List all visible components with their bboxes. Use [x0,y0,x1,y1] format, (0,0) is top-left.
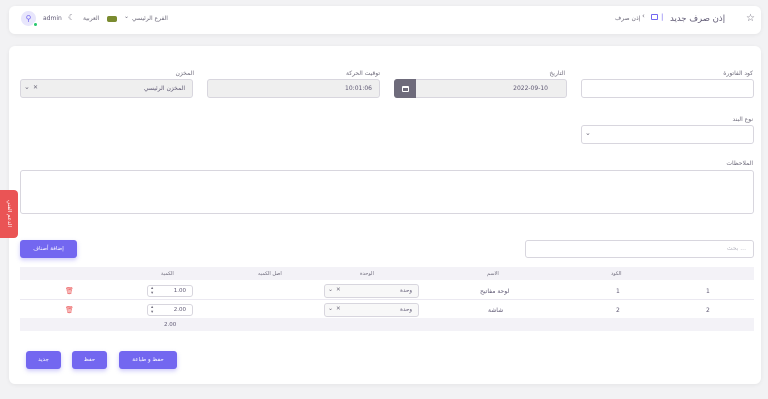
date-label: التاريخ [549,70,565,77]
quantity-stepper[interactable]: 2.00 ▴ ▾ [147,304,193,316]
quantity-value: 2.00 [173,307,186,313]
notes-label: الملاحظات [726,160,753,167]
clear-icon[interactable]: ✕ [336,287,341,293]
stepper-arrows-icon[interactable]: ▴ ▾ [151,286,153,296]
clear-icon[interactable]: ✕ [33,84,38,91]
invoice-code-input[interactable] [581,79,754,98]
unit-value: وحدة [400,288,412,294]
row-index: 2 [706,307,710,314]
time-value: 10:01:06 [345,85,372,92]
total-quantity: 2.00 [164,322,177,328]
quantity-value: 1.00 [173,288,186,294]
quantity-stepper[interactable]: 1.00 ▴ ▾ [147,285,193,297]
support-tab-label: الدعم الفني [6,200,12,228]
item-type-select[interactable]: ⌄ [581,125,754,144]
star-icon[interactable]: ☆ [746,13,755,24]
delete-icon[interactable]: 🗑 [65,287,74,295]
clear-icon[interactable]: ✕ [336,306,341,312]
row-code: 2 [616,307,620,314]
items-table [20,267,754,331]
breadcrumb-separator-icon: | [661,13,664,21]
th-name: الاسم [487,271,499,277]
row-code: 1 [616,288,620,295]
th-unit: الوحدة [360,271,374,277]
unit-select[interactable]: وحدة ⌄ ✕ [324,284,419,298]
online-status-dot [33,22,38,27]
breadcrumb-item[interactable]: إذن صرف [615,15,640,22]
table-header [20,267,754,280]
language-select[interactable]: العربية [83,15,99,22]
th-max-qty: اصل الكميه [258,271,282,277]
add-items-button[interactable]: إضافة أصناف [20,240,77,258]
search-placeholder: بحث ... [726,245,746,252]
row-divider [20,299,754,300]
time-label: توقيت الحركة [346,70,380,77]
moon-icon[interactable]: ☾ [68,13,75,22]
delete-icon[interactable]: 🗑 [65,306,74,314]
home-icon[interactable] [651,14,658,20]
unit-value: وحدة [400,307,412,313]
user-icon: ⚲ [25,14,32,23]
unit-select[interactable]: وحدة ⌄ ✕ [324,303,419,317]
top-navbar [9,6,761,34]
warehouse-value: المخزن الرئيسي [143,85,185,92]
flag-icon [107,16,117,22]
item-type-label: نوع البند [732,116,753,123]
row-name: شاشة [488,307,504,314]
th-code: الكود [611,271,622,277]
th-qty: الكمية [161,271,174,277]
chevron-down-icon: ⌄ [585,129,591,137]
chevron-down-icon: ⌄ [124,13,130,20]
save-print-button[interactable]: حفظ و طباعة [119,351,177,369]
row-name: لوحة مفاتيح [480,288,510,295]
chevron-down-icon[interactable]: ⌄ [328,305,333,312]
user-name[interactable]: admin [43,15,62,22]
invoice-code-label: كود الفاتورة [723,70,753,77]
support-tab[interactable]: الدعم الفني [0,190,18,238]
warehouse-select[interactable]: المخزن الرئيسي ⌄ ✕ [20,79,193,98]
calendar-icon [401,85,409,92]
page-title: إذن صرف جديد [670,14,726,24]
new-button[interactable]: جديد [26,351,61,369]
row-index: 1 [706,288,710,295]
save-button[interactable]: حفظ [72,351,107,369]
warehouse-label: المخزن [175,70,194,77]
notes-textarea[interactable] [20,170,754,214]
date-value: 2022-09-10 [513,85,548,92]
stepper-arrows-icon[interactable]: ▴ ▾ [151,305,153,315]
chevron-left-icon: ‹ [642,12,645,20]
branch-select[interactable]: الفرع الرئيسي [132,15,168,22]
calendar-button[interactable] [394,79,416,98]
date-input[interactable]: 2022-09-10 [394,79,567,98]
table-footer [20,318,754,331]
time-input[interactable]: 10:01:06 [207,79,380,98]
chevron-down-icon[interactable]: ⌄ [328,286,333,293]
search-input[interactable]: بحث ... [525,240,754,258]
chevron-down-icon[interactable]: ⌄ [24,83,30,91]
